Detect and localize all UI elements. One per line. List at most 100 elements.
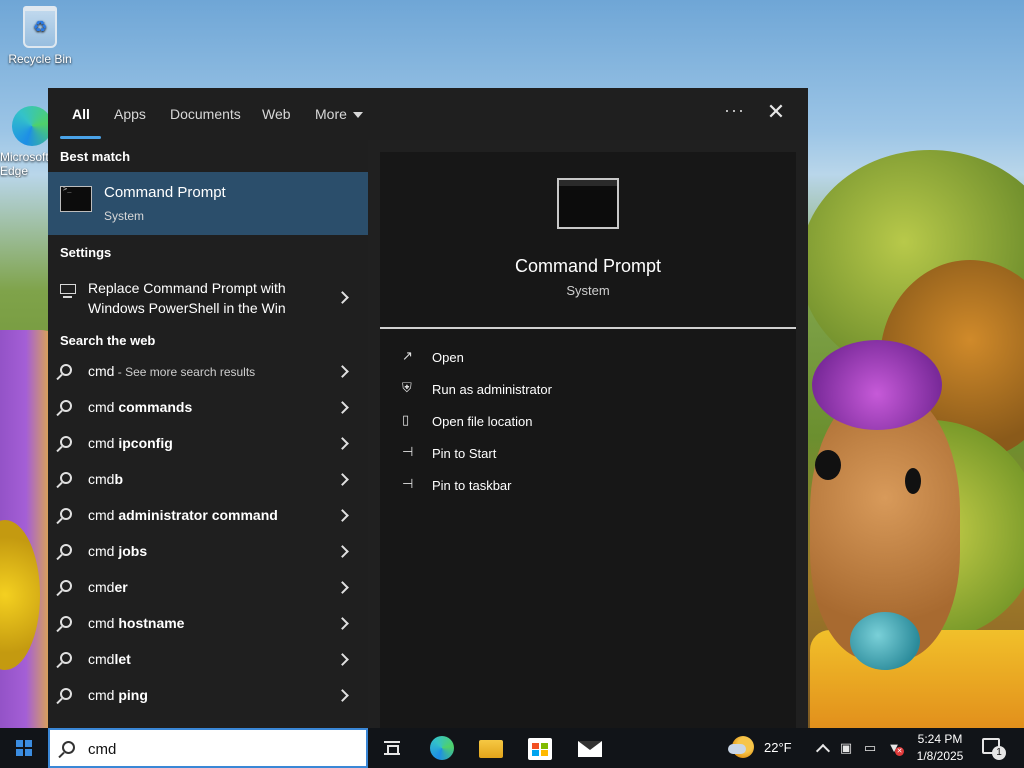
tab-apps[interactable]: Apps (114, 106, 146, 122)
search-icon (60, 688, 72, 700)
preview-action-label: Open (432, 350, 464, 365)
shield-icon: ⛨ (402, 380, 412, 395)
tab-web[interactable]: Web (262, 106, 291, 122)
more-options-icon[interactable]: ··· (724, 100, 745, 121)
preview-action[interactable]: ▯ Open file location (402, 412, 702, 436)
query-prefix: cmd (88, 435, 119, 451)
meet-now-icon[interactable]: ▣ (836, 738, 856, 758)
taskbar-search-box[interactable] (48, 728, 368, 768)
show-hidden-icons-button[interactable] (813, 738, 833, 758)
chevron-right-icon[interactable] (336, 437, 349, 450)
preview-action[interactable]: ⊣ Pin to Start (402, 444, 702, 468)
mail-icon (578, 741, 602, 757)
chevron-right-icon[interactable] (336, 617, 349, 630)
chevron-right-icon[interactable] (336, 291, 349, 304)
web-search-item[interactable]: cmd - See more search results (48, 354, 368, 390)
search-icon (60, 436, 72, 448)
web-search-text: cmd - See more search results (88, 363, 255, 379)
web-search-text: cmder (88, 579, 128, 595)
tab-all[interactable]: All (72, 106, 90, 122)
preview-action[interactable]: ↗ Open (402, 348, 702, 372)
chevron-right-icon[interactable] (336, 509, 349, 522)
query-suggestion: b (114, 471, 124, 487)
folder-icon (479, 740, 503, 758)
weather-cloudy-night-icon (728, 736, 754, 758)
search-tabs: All Apps Documents Web More ··· ✕ (48, 88, 808, 140)
search-icon (60, 616, 72, 628)
search-icon (60, 400, 72, 412)
web-search-item[interactable]: cmd commands (48, 390, 368, 426)
web-search-item[interactable]: cmd administrator command (48, 498, 368, 534)
windows-logo-icon (16, 740, 32, 756)
query-prefix: cmd (88, 399, 119, 415)
query-prefix: cmd (88, 507, 119, 523)
start-button[interactable] (0, 728, 48, 768)
chevron-right-icon[interactable] (336, 401, 349, 414)
web-search-item[interactable]: cmdlet (48, 642, 368, 678)
query-suggestion: hostname (118, 615, 185, 631)
taskbar: 22°F ▣ ▭ ▼✕ 5:24 PM 1/8/2025 1 (0, 728, 1024, 768)
chevron-right-icon[interactable] (336, 545, 349, 558)
edge-shortcut-label: Microsoft Edge (0, 150, 48, 178)
search-icon (60, 364, 72, 376)
query-prefix: cmd (88, 687, 119, 703)
preview-action[interactable]: ⊣ Pin to taskbar (402, 476, 702, 500)
chevron-right-icon[interactable] (336, 581, 349, 594)
active-tab-indicator (60, 136, 101, 139)
tab-more[interactable]: More (315, 106, 363, 122)
web-search-text: cmdlet (88, 651, 131, 667)
pin-icon: ⊣ (402, 476, 414, 491)
wallpaper-hamster-eye (905, 468, 921, 494)
query-prefix: cmd (88, 471, 115, 487)
tab-documents[interactable]: Documents (170, 106, 241, 122)
chevron-right-icon[interactable] (336, 689, 349, 702)
web-search-item[interactable]: cmder (48, 570, 368, 606)
query-prefix: cmd (88, 579, 115, 595)
edge-desktop-shortcut[interactable]: Microsoft Edge (0, 106, 48, 178)
query-prefix: cmd (88, 543, 119, 559)
recycle-bin-shortcut[interactable]: ♻ Recycle Bin (2, 6, 78, 66)
volume-muted-icon[interactable]: ▼ ✕ (884, 738, 904, 758)
query-suggestion: commands (118, 399, 193, 415)
query-hint: - See more search results (114, 365, 256, 379)
preview-title: Command Prompt (514, 256, 662, 276)
pin-icon: ⊣ (402, 444, 414, 459)
web-search-item[interactable]: cmd hostname (48, 606, 368, 642)
weather-widget[interactable]: 22°F (728, 728, 808, 768)
open-icon: ↗ (402, 348, 413, 363)
web-search-item[interactable]: cmdb (48, 462, 368, 498)
mail-button[interactable] (570, 732, 610, 764)
query-suggestion: administrator command (118, 507, 278, 523)
preview-action[interactable]: ⛨ Run as administrator (402, 380, 702, 404)
web-search-text: cmd administrator command (88, 507, 278, 523)
notification-count: 1 (992, 746, 1006, 760)
file-location-icon: ▯ (402, 412, 410, 427)
web-search-item[interactable]: cmd jobs (48, 534, 368, 570)
web-search-item[interactable]: cmd ping (48, 678, 368, 714)
web-search-item[interactable]: cmd ipconfig (48, 426, 368, 462)
preview-subtitle: System (566, 283, 610, 298)
query-prefix: cmd (88, 363, 115, 379)
weather-temperature: 22°F (764, 740, 792, 755)
notification-center-button[interactable]: 1 (980, 736, 1006, 760)
file-explorer-button[interactable] (471, 732, 511, 764)
chevron-right-icon[interactable] (336, 365, 349, 378)
search-icon (62, 741, 75, 754)
task-view-button[interactable] (372, 732, 412, 764)
command-prompt-large-icon (557, 178, 619, 229)
chevron-right-icon[interactable] (336, 653, 349, 666)
network-icon[interactable]: ▭ (860, 738, 880, 758)
edge-taskbar-button[interactable] (422, 732, 462, 764)
best-match-item[interactable]: Command Prompt System (48, 172, 368, 235)
preview-pane: Command Prompt System ↗ Open ⛨ Run as admin… (380, 152, 796, 728)
close-icon[interactable]: ✕ (764, 100, 788, 124)
clock[interactable]: 5:24 PM 1/8/2025 (910, 731, 970, 765)
store-button[interactable] (520, 732, 560, 764)
chevron-right-icon[interactable] (336, 473, 349, 486)
preview-action-label: Open file location (432, 414, 533, 429)
settings-item[interactable]: Replace Command Prompt with Windows Powe… (48, 274, 368, 320)
query-suggestion: er (114, 579, 128, 595)
query-suggestion: let (114, 651, 131, 667)
preview-divider (380, 327, 796, 329)
search-input[interactable] (88, 738, 348, 760)
